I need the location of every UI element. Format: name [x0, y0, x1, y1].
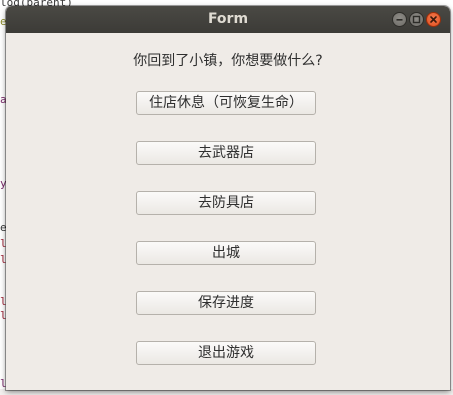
close-icon [430, 16, 437, 23]
prompt-label: 你回到了小镇，你想要做什么? [133, 53, 323, 69]
close-button[interactable] [426, 12, 441, 27]
window-title: Form [207, 11, 249, 27]
title-bar[interactable]: Form [6, 6, 450, 33]
form-window: Form 你回到了小镇，你想要做什么? 住店休息（可恢复生命） 去武器店 去防具… [6, 6, 450, 390]
form-content: 你回到了小镇，你想要做什么? 住店休息（可恢复生命） 去武器店 去防具店 出城 … [6, 33, 450, 390]
maximize-button[interactable] [409, 12, 424, 27]
rest-at-inn-button[interactable]: 住店休息（可恢复生命） [136, 91, 316, 115]
maximize-icon [412, 15, 421, 24]
weapon-shop-button[interactable]: 去武器店 [136, 141, 316, 165]
minimize-icon [396, 19, 403, 21]
armor-shop-button[interactable]: 去防具店 [136, 191, 316, 215]
exit-game-button[interactable]: 退出游戏 [136, 341, 316, 365]
save-progress-button[interactable]: 保存进度 [136, 291, 316, 315]
minimize-button[interactable] [392, 12, 407, 27]
leave-town-button[interactable]: 出城 [136, 241, 316, 265]
